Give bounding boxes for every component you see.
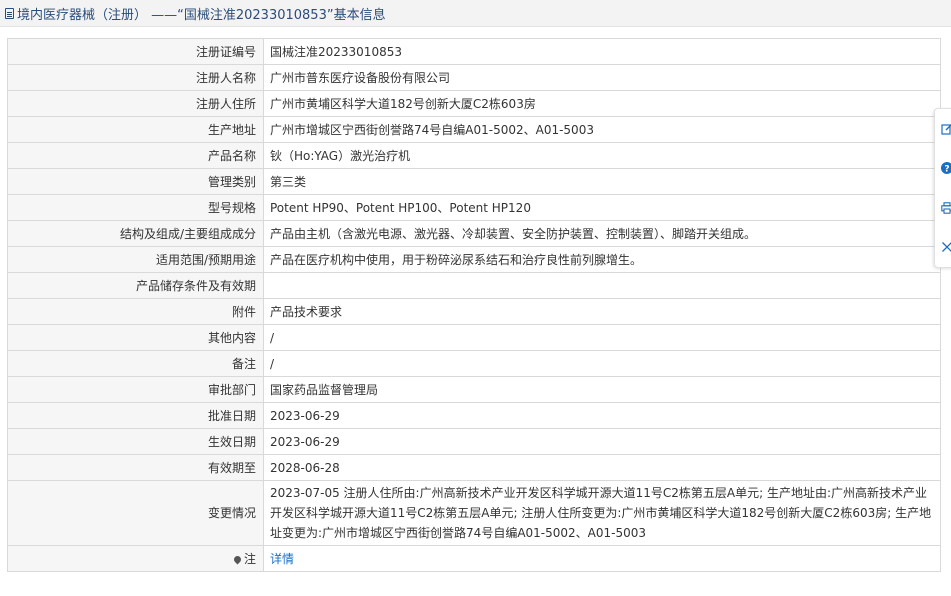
svg-text:?: ?: [944, 165, 949, 175]
side-toolbar: ?: [934, 108, 951, 268]
table-row: 注册人名称 广州市普东医疗设备股份有限公司: [7, 64, 941, 91]
row-value: 产品在医疗机构中使用，用于粉碎泌尿系结石和治疗良性前列腺增生。: [263, 246, 941, 273]
row-value: 广州市黄埔区科学大道182号创新大厦C2栋603房: [263, 90, 941, 117]
table-row: 注册人住所 广州市黄埔区科学大道182号创新大厦C2栋603房: [7, 90, 941, 117]
note-label: 注: [243, 551, 256, 566]
info-table: 注册证编号 国械注准20233010853 注册人名称 广州市普东医疗设备股份有…: [7, 38, 941, 572]
print-icon[interactable]: [941, 202, 951, 214]
row-label: 产品名称: [7, 142, 264, 169]
table-row: 备注 /: [7, 350, 941, 377]
note-label-cell: 注: [7, 545, 264, 572]
row-value: 钬（Ho:YAG）激光治疗机: [263, 142, 941, 169]
table-row: 型号规格 Potent HP90、Potent HP100、Potent HP1…: [7, 194, 941, 221]
map-pin-icon: [232, 554, 243, 564]
row-label: 注册人住所: [7, 90, 264, 117]
row-label: 管理类别: [7, 168, 264, 195]
row-label: 型号规格: [7, 194, 264, 221]
table-row: 注册证编号 国械注准20233010853: [7, 38, 941, 65]
row-value: 广州市普东医疗设备股份有限公司: [263, 64, 941, 91]
table-row: 生产地址 广州市增城区宁西街创誉路74号自编A01-5002、A01-5003: [7, 116, 941, 143]
row-label: 批准日期: [7, 402, 264, 429]
row-value: Potent HP90、Potent HP100、Potent HP120: [263, 194, 941, 221]
table-row: 结构及组成/主要组成成分 产品由主机（含激光电源、激光器、冷却装置、安全防护装置…: [7, 220, 941, 247]
close-icon[interactable]: [941, 241, 951, 253]
row-value: 2023-06-29: [263, 402, 941, 429]
row-label: 适用范围/预期用途: [7, 246, 264, 273]
row-label: 产品储存条件及有效期: [7, 272, 264, 299]
table-row: 有效期至 2028-06-28: [7, 454, 941, 481]
table-row: 批准日期 2023-06-29: [7, 402, 941, 429]
row-value: 国械注准20233010853: [263, 38, 941, 65]
row-label: 生产地址: [7, 116, 264, 143]
row-label: 附件: [7, 298, 264, 325]
row-label: 生效日期: [7, 428, 264, 455]
row-label: 备注: [7, 350, 264, 377]
help-icon[interactable]: ?: [941, 162, 951, 174]
row-value: /: [263, 324, 941, 351]
table-row: 变更情况 2023-07-05 注册人住所由:广州高新技术产业开发区科学城开源大…: [7, 480, 941, 546]
row-label: 注册人名称: [7, 64, 264, 91]
page-header: 境内医疗器械（注册） ——“国械注准20233010853”基本信息: [0, 0, 951, 27]
row-value: 广州市增城区宁西街创誉路74号自编A01-5002、A01-5003: [263, 116, 941, 143]
table-row: 产品名称 钬（Ho:YAG）激光治疗机: [7, 142, 941, 169]
table-row: 产品储存条件及有效期: [7, 272, 941, 299]
row-value: /: [263, 350, 941, 377]
row-label: 变更情况: [7, 480, 264, 546]
row-label: 有效期至: [7, 454, 264, 481]
edit-icon[interactable]: [941, 123, 951, 135]
table-row: 生效日期 2023-06-29: [7, 428, 941, 455]
row-value: 第三类: [263, 168, 941, 195]
row-value: 2023-06-29: [263, 428, 941, 455]
note-value-cell: 详情: [263, 545, 941, 572]
row-value: [263, 272, 941, 299]
table-row: 审批部门 国家药品监督管理局: [7, 376, 941, 403]
row-label: 注册证编号: [7, 38, 264, 65]
row-value: 2023-07-05 注册人住所由:广州高新技术产业开发区科学城开源大道11号C…: [263, 480, 941, 546]
row-value: 国家药品监督管理局: [263, 376, 941, 403]
row-value: 2028-06-28: [263, 454, 941, 481]
row-label: 审批部门: [7, 376, 264, 403]
page-title: 境内医疗器械（注册） ——“国械注准20233010853”基本信息: [17, 7, 386, 23]
document-icon: [5, 7, 14, 19]
page: 境内医疗器械（注册） ——“国械注准20233010853”基本信息 注册证编号…: [0, 0, 951, 596]
table-row: 其他内容 /: [7, 324, 941, 351]
row-label: 结构及组成/主要组成成分: [7, 220, 264, 247]
details-link[interactable]: 详情: [270, 552, 294, 566]
table-row: 管理类别 第三类: [7, 168, 941, 195]
note-row: 注 详情: [7, 545, 941, 572]
row-label: 其他内容: [7, 324, 264, 351]
row-value: 产品由主机（含激光电源、激光器、冷却装置、安全防护装置、控制装置）、脚踏开关组成…: [263, 220, 941, 247]
table-row: 附件 产品技术要求: [7, 298, 941, 325]
table-row: 适用范围/预期用途 产品在医疗机构中使用，用于粉碎泌尿系结石和治疗良性前列腺增生…: [7, 246, 941, 273]
row-value: 产品技术要求: [263, 298, 941, 325]
